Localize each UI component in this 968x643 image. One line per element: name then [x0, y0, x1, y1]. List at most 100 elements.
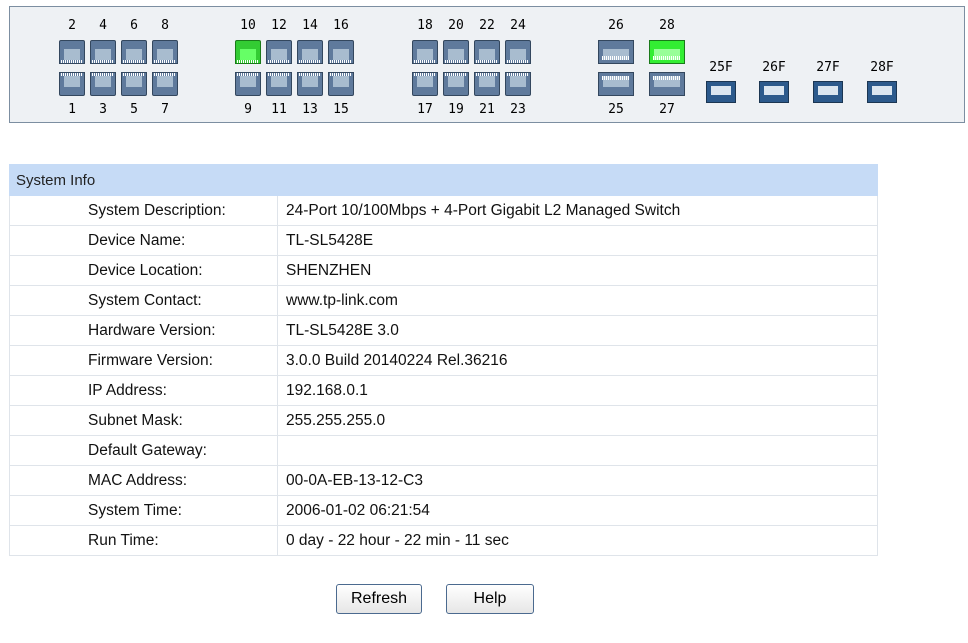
gigabit-port-27[interactable]: [649, 72, 685, 96]
port-6[interactable]: [121, 40, 147, 64]
port-20[interactable]: [443, 40, 469, 64]
port-23[interactable]: [505, 72, 531, 96]
gigabit-port-25[interactable]: [598, 72, 634, 96]
port-socket: [510, 46, 526, 60]
port-socket: [333, 76, 349, 90]
info-value: [277, 435, 878, 466]
port-pins: [299, 73, 321, 76]
gigabit-port-26[interactable]: [598, 40, 634, 64]
port-21[interactable]: [474, 72, 500, 96]
sfp-port-label: 28F: [870, 60, 894, 75]
port-socket: [448, 76, 464, 90]
port-11[interactable]: [266, 72, 292, 96]
port-7[interactable]: [152, 72, 178, 96]
port-socket: [240, 76, 256, 90]
info-label: Firmware Version:: [9, 345, 278, 376]
info-value: 192.168.0.1: [277, 375, 878, 406]
port-pins: [154, 73, 176, 76]
port-pins: [476, 73, 498, 76]
info-label: MAC Address:: [9, 465, 278, 496]
info-label: Device Name:: [9, 225, 278, 256]
port-number-label: 22: [479, 18, 495, 33]
sfp-port-26F[interactable]: [759, 81, 789, 103]
port-pins: [268, 60, 290, 63]
sfp-slot: [872, 86, 892, 95]
port-socket: [271, 46, 287, 60]
sfp-slot: [764, 86, 784, 95]
port-18[interactable]: [412, 40, 438, 64]
port-pins: [653, 56, 681, 60]
info-label: System Time:: [9, 495, 278, 526]
info-label: Default Gateway:: [9, 435, 278, 466]
sfp-port-27F[interactable]: [813, 81, 843, 103]
port-number-label: 15: [333, 102, 349, 117]
info-label: Subnet Mask:: [9, 405, 278, 436]
port-number-label: 17: [417, 102, 433, 117]
info-value: www.tp-link.com: [277, 285, 878, 316]
info-value: SHENZHEN: [277, 255, 878, 286]
port-pins: [123, 60, 145, 63]
port-number-label: 18: [417, 18, 433, 33]
sfp-port-label: 25F: [709, 60, 733, 75]
port-5[interactable]: [121, 72, 147, 96]
sfp-port-28F[interactable]: [867, 81, 897, 103]
sfp-port-25F[interactable]: [706, 81, 736, 103]
port-1[interactable]: [59, 72, 85, 96]
port-3[interactable]: [90, 72, 116, 96]
port-number-label: 1: [68, 102, 76, 117]
port-number-label: 12: [271, 18, 287, 33]
refresh-button[interactable]: Refresh: [336, 584, 422, 614]
port-22[interactable]: [474, 40, 500, 64]
sfp-port-label: 27F: [816, 60, 840, 75]
port-pins: [602, 76, 630, 80]
port-2[interactable]: [59, 40, 85, 64]
port-socket: [302, 76, 318, 90]
port-pins: [330, 73, 352, 76]
info-row: IP Address: 192.168.0.1: [9, 375, 878, 406]
port-16[interactable]: [328, 40, 354, 64]
info-row: System Description: 24-Port 10/100Mbps + …: [9, 195, 878, 226]
port-socket: [64, 46, 80, 60]
port-socket: [479, 76, 495, 90]
gigabit-port-28[interactable]: [649, 40, 685, 64]
port-19[interactable]: [443, 72, 469, 96]
info-row: Default Gateway:: [9, 435, 878, 466]
port-14[interactable]: [297, 40, 323, 64]
port-number-label: 16: [333, 18, 349, 33]
port-socket: [448, 46, 464, 60]
port-pins: [507, 73, 529, 76]
port-24[interactable]: [505, 40, 531, 64]
port-number-label: 2: [68, 18, 76, 33]
port-8[interactable]: [152, 40, 178, 64]
port-pins: [61, 60, 83, 63]
info-row: Device Name: TL-SL5428E: [9, 225, 878, 256]
port-socket: [95, 76, 111, 90]
port-pins: [92, 60, 114, 63]
port-pins: [92, 73, 114, 76]
port-13[interactable]: [297, 72, 323, 96]
port-pins: [268, 73, 290, 76]
port-10[interactable]: [235, 40, 261, 64]
port-number-label: 4: [99, 18, 107, 33]
info-label: Device Location:: [9, 255, 278, 286]
port-number-label: 27: [659, 102, 675, 117]
port-4[interactable]: [90, 40, 116, 64]
port-number-label: 13: [302, 102, 318, 117]
port-socket: [240, 46, 256, 60]
info-value: TL-SL5428E 3.0: [277, 315, 878, 346]
port-number-label: 21: [479, 102, 495, 117]
info-value: 00-0A-EB-13-12-C3: [277, 465, 878, 496]
port-pins: [330, 60, 352, 63]
port-pins: [414, 60, 436, 63]
info-row: System Time: 2006-01-02 06:21:54: [9, 495, 878, 526]
port-9[interactable]: [235, 72, 261, 96]
port-number-label: 26: [608, 18, 624, 33]
port-12[interactable]: [266, 40, 292, 64]
port-number-label: 14: [302, 18, 318, 33]
info-row: Subnet Mask: 255.255.255.0: [9, 405, 878, 436]
port-number-label: 19: [448, 102, 464, 117]
sfp-port-label: 26F: [762, 60, 786, 75]
port-15[interactable]: [328, 72, 354, 96]
port-17[interactable]: [412, 72, 438, 96]
help-button[interactable]: Help: [446, 584, 534, 614]
